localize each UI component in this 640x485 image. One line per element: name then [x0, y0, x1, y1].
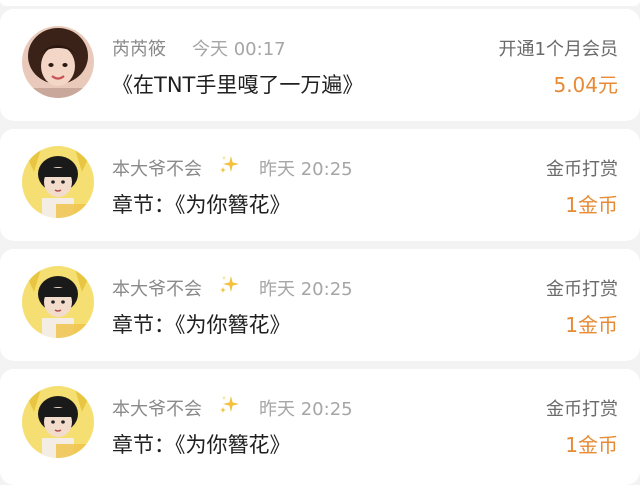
timestamp: 今天 00:17: [192, 39, 286, 60]
record-content: 章节：《为你簪花》: [112, 193, 291, 217]
amount-value: 5.04元: [553, 73, 618, 97]
list-item[interactable]: 本大爷不会 昨天 20:25 章节：《为你簪花》 金币打赏 1金币: [0, 369, 640, 485]
record-type-label: 金币打赏: [546, 399, 618, 420]
record-type-label: 金币打赏: [546, 159, 618, 180]
username[interactable]: 本大爷不会: [112, 155, 202, 181]
timestamp: 昨天 20:25: [259, 399, 353, 420]
list-item[interactable]: 本大爷不会 昨天 20:25 章节：《为你簪花》 金币打赏 1金币: [0, 249, 640, 361]
username[interactable]: 芮芮筱: [112, 35, 166, 61]
sparkle-icon: [220, 276, 239, 293]
username[interactable]: 本大爷不会: [112, 275, 202, 301]
record-content: 章节：《为你簪花》: [112, 313, 291, 337]
list-item[interactable]: 芮芮筱 今天 00:17 《在TNT手里嘎了一万遍》 开通1个月会员 5.04元: [0, 9, 640, 121]
previous-card-edge: [0, 0, 640, 6]
sparkle-icon: [220, 156, 239, 173]
amount-value: 1金币: [565, 313, 618, 337]
avatar[interactable]: [22, 386, 94, 458]
record-type-label: 金币打赏: [546, 279, 618, 300]
avatar[interactable]: [22, 26, 94, 98]
gift-record-list: 芮芮筱 今天 00:17 《在TNT手里嘎了一万遍》 开通1个月会员 5.04元…: [0, 0, 640, 485]
record-content: 《在TNT手里嘎了一万遍》: [112, 73, 364, 97]
username[interactable]: 本大爷不会: [112, 395, 202, 421]
amount-value: 1金币: [565, 193, 618, 217]
amount-value: 1金币: [565, 433, 618, 457]
record-type-label: 开通1个月会员: [498, 39, 618, 60]
record-content: 章节：《为你簪花》: [112, 433, 291, 457]
list-item[interactable]: 本大爷不会 昨天 20:25 章节：《为你簪花》 金币打赏 1金币: [0, 129, 640, 241]
avatar[interactable]: [22, 266, 94, 338]
timestamp: 昨天 20:25: [259, 159, 353, 180]
sparkle-icon: [220, 396, 239, 413]
timestamp: 昨天 20:25: [259, 279, 353, 300]
avatar[interactable]: [22, 146, 94, 218]
